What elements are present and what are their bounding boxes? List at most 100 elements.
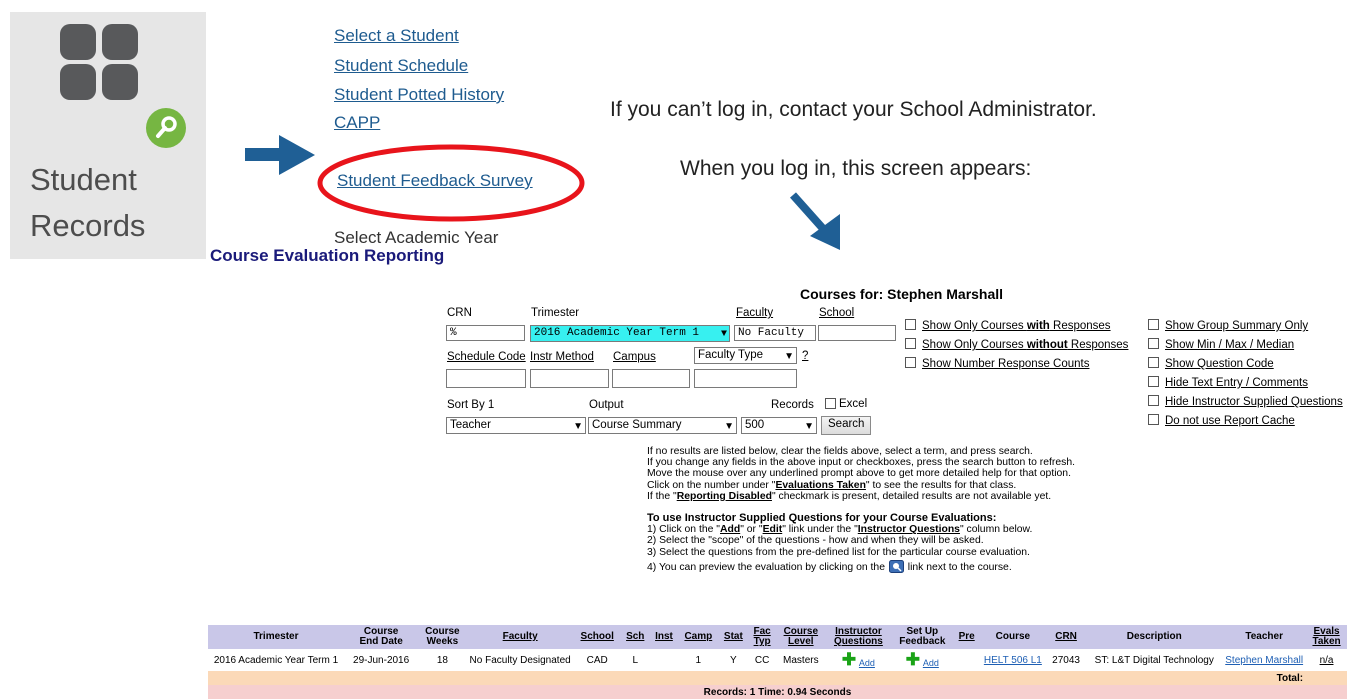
school-input[interactable] [818,325,896,341]
records-select[interactable]: 500 ▼ [741,417,817,434]
col-school[interactable]: School [573,625,621,649]
cell-weeks: 18 [436,654,448,666]
show-without-responses-label[interactable]: Show Only Courses without Responses [922,339,1128,351]
trimester-select[interactable]: 2016 Academic Year Term 1 ▼ [530,325,730,342]
hide-text-entry-checkbox[interactable] [1148,376,1159,387]
col-trimester: Trimester [208,625,344,649]
menu-student-schedule[interactable]: Student Schedule [334,56,468,76]
cell-sch: L [632,654,639,666]
sort-by-select[interactable]: Teacher ▼ [446,417,586,434]
help-link[interactable]: ? [802,350,808,362]
show-number-response-counts-checkbox[interactable] [905,357,916,368]
info-step: 2) Select the "scope" of the questions -… [647,535,984,547]
no-report-cache-label[interactable]: Do not use Report Cache [1165,415,1295,427]
info-line: If no results are listed below, clear th… [647,446,1033,457]
evals-taken-link[interactable]: n/a [1320,655,1334,666]
faculty-type-select[interactable]: Faculty Type ▼ [694,347,797,364]
instr-method-label[interactable]: Instr Method [530,351,594,363]
col-crn[interactable]: CRN [1045,625,1087,649]
add-instructor-questions-link[interactable]: Add [859,658,875,668]
show-group-summary-checkbox[interactable] [1148,319,1159,330]
show-without-responses-checkbox[interactable] [905,338,916,349]
menu-capp[interactable]: CAPP [334,113,380,133]
output-label: Output [589,399,624,411]
records-value: 500 [745,419,765,431]
schedule-code-input[interactable] [446,369,526,388]
campus-label[interactable]: Campus [613,351,656,363]
col-evals-taken[interactable]: Evals Taken [1306,625,1347,649]
course-link[interactable]: HELT 506 L1 [984,655,1042,666]
show-with-responses-label[interactable]: Show Only Courses with Responses [922,320,1111,332]
col-camp[interactable]: Camp [678,625,719,649]
col-instructor-questions[interactable]: Instructor Questions [825,625,892,649]
faculty-label[interactable]: Faculty [736,307,773,319]
cell-school: CAD [586,654,608,666]
instr-method-input[interactable] [530,369,609,388]
hide-text-entry-label[interactable]: Hide Text Entry / Comments [1165,377,1308,389]
output-select[interactable]: Course Summary ▼ [588,417,737,434]
col-level[interactable]: Course Level [776,625,826,649]
col-setup-feedback: Set Up Feedback [891,625,954,649]
total-label: Total: [208,671,1307,685]
tile-label-line1: Student [30,162,137,197]
show-with-responses-checkbox[interactable] [905,319,916,330]
info-step: 1) Click on the "Add" or "Edit" link und… [647,524,1033,536]
app-grid-square [60,24,96,60]
cell-end-date: 29-Jun-2016 [353,654,410,666]
app-grid-square [102,24,138,60]
cell-faculty: No Faculty Designated [469,654,571,666]
school-label[interactable]: School [819,307,854,319]
col-pre[interactable]: Pre [953,625,980,649]
col-description: Description [1086,625,1223,649]
chevron-down-icon: ▼ [724,421,734,432]
plus-icon: ✚ [841,650,857,669]
search-button[interactable]: Search [821,416,872,435]
cell-crn: 27043 [1052,654,1080,666]
info-line: If you change any fields in the above in… [647,457,1076,469]
col-stat[interactable]: Stat [718,625,749,649]
add-feedback-link[interactable]: Add [923,658,939,668]
menu-select-student[interactable]: Select a Student [334,26,459,46]
schedule-code-label[interactable]: Schedule Code [447,351,526,363]
excel-label: Excel [839,398,868,410]
hide-instructor-questions-checkbox[interactable] [1148,395,1159,406]
faculty-type-value: Faculty Type [698,349,763,361]
menu-potted-history[interactable]: Student Potted History [334,85,504,105]
cell-camp: 1 [695,654,702,666]
col-fac-typ[interactable]: Fac Typ [748,625,776,649]
faculty-input[interactable]: No Faculty [734,325,816,341]
info-block: If no results are listed below, clear th… [647,446,1075,573]
show-number-response-counts-label[interactable]: Show Number Response Counts [922,358,1089,370]
sort-by-value: Teacher [450,419,491,431]
cell-course: HELT 506 L1 [980,649,1046,671]
crn-input[interactable]: % [446,325,525,341]
info-line: Click on the number under "Evaluations T… [647,479,1017,491]
total-row: Total: [208,671,1347,685]
no-report-cache-checkbox[interactable] [1148,414,1159,425]
show-question-code-label[interactable]: Show Question Code [1165,358,1274,370]
campus-input[interactable] [612,369,690,388]
login-help-note: If you can’t log in, contact your School… [610,98,1097,121]
cell-pre [953,649,979,671]
show-group-summary-label[interactable]: Show Group Summary Only [1165,320,1308,332]
col-faculty[interactable]: Faculty [466,625,574,649]
total-value [1306,671,1347,685]
excel-checkbox[interactable] [825,398,836,409]
faculty-type-input[interactable] [694,369,797,388]
menu-select-academic-year[interactable]: Select Academic Year [334,228,498,248]
col-sch[interactable]: Sch [620,625,650,649]
plus-icon: ✚ [905,650,921,669]
show-question-code-checkbox[interactable] [1148,357,1159,368]
col-weeks: Course Weeks [418,625,467,649]
cell-fac-typ: CC [754,654,770,666]
teacher-link[interactable]: Stephen Marshall [1225,655,1303,666]
app-grid-square [102,64,138,100]
records-footer: Records: 1 Time: 0.94 Seconds [208,685,1347,699]
show-min-max-median-checkbox[interactable] [1148,338,1159,349]
show-min-max-median-label[interactable]: Show Min / Max / Median [1165,339,1294,351]
hide-instructor-questions-label[interactable]: Hide Instructor Supplied Questions [1165,396,1343,408]
col-inst[interactable]: Inst [649,625,679,649]
student-records-tile[interactable]: Student Records [10,12,206,259]
trimester-value: 2016 Academic Year Term 1 [534,327,700,339]
cell-evals-taken: n/a [1306,649,1347,671]
